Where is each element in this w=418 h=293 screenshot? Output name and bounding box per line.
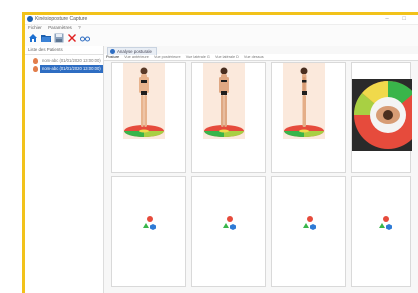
app-window: Kinésioposture Capture – □ Fichier Param… xyxy=(22,12,418,293)
open-folder-icon[interactable] xyxy=(41,33,51,43)
top-view-photo xyxy=(352,79,412,151)
add-photo-icon xyxy=(379,216,392,230)
menu-file[interactable]: Fichier xyxy=(28,25,42,30)
toolbar xyxy=(25,32,418,45)
back-view-cell[interactable] xyxy=(191,62,266,173)
patient-icon xyxy=(33,66,38,72)
tab-label: Analyse posturale xyxy=(117,49,152,54)
side-view-photo xyxy=(283,63,325,139)
empty-photo-slot[interactable] xyxy=(111,176,186,287)
main-panel: Analyse posturale Posture Vue antérieure… xyxy=(104,46,418,293)
view-subtabs: Posture Vue antérieure Vue postérieure V… xyxy=(104,54,418,61)
side-view-cell[interactable] xyxy=(271,62,346,173)
empty-photo-slot[interactable] xyxy=(191,176,266,287)
subtab-right[interactable]: Vue latérale D xyxy=(215,55,239,59)
empty-photo-slot[interactable] xyxy=(271,176,346,287)
subtab-left[interactable]: Vue latérale G xyxy=(186,55,210,59)
add-photo-icon xyxy=(223,216,236,230)
analysis-icon xyxy=(110,49,115,54)
patient-label: nom-abc (01/01/2020 13:00:00) xyxy=(40,65,103,73)
home-icon[interactable] xyxy=(28,33,38,43)
patient-item-selected[interactable]: nom-abc (01/01/2020 13:00:00) xyxy=(33,65,103,73)
menu-help[interactable]: ? xyxy=(78,25,81,30)
tab-bar: Analyse posturale xyxy=(104,46,418,55)
menu-bar: Fichier Paramètres ? xyxy=(25,24,418,32)
back-view-photo xyxy=(203,63,245,139)
patient-label: nom-abc (01/01/2020 13:00:00) xyxy=(42,58,101,63)
patient-icon xyxy=(33,58,38,64)
add-photo-icon xyxy=(143,216,156,230)
add-photo-icon xyxy=(303,216,316,230)
window-title: Kinésioposture Capture xyxy=(35,16,88,22)
window-controls[interactable]: – □ xyxy=(385,15,412,24)
save-icon[interactable] xyxy=(54,33,64,43)
app-icon xyxy=(27,16,33,22)
empty-photo-slot[interactable] xyxy=(351,176,411,287)
menu-settings[interactable]: Paramètres xyxy=(48,25,72,30)
subtab-top[interactable]: Vue dessus xyxy=(244,55,264,59)
top-view-cell[interactable] xyxy=(351,62,412,173)
subtab-posture[interactable]: Posture xyxy=(106,55,119,59)
tab-posture-analysis[interactable]: Analyse posturale xyxy=(107,47,157,55)
delete-icon[interactable] xyxy=(67,33,77,43)
glasses-icon[interactable] xyxy=(80,33,90,43)
subtab-posterior[interactable]: Vue postérieure xyxy=(154,55,181,59)
patient-sidebar: Liste des Patients nom-abc (01/01/2020 1… xyxy=(25,46,104,293)
front-view-cell[interactable] xyxy=(111,62,186,173)
subtab-anterior[interactable]: Vue antérieure xyxy=(124,55,149,59)
patient-item[interactable]: nom-abc (01/01/2020 13:00:00) xyxy=(33,57,103,65)
front-view-photo xyxy=(123,63,165,139)
patient-list-header: Liste des Patients xyxy=(25,46,103,55)
